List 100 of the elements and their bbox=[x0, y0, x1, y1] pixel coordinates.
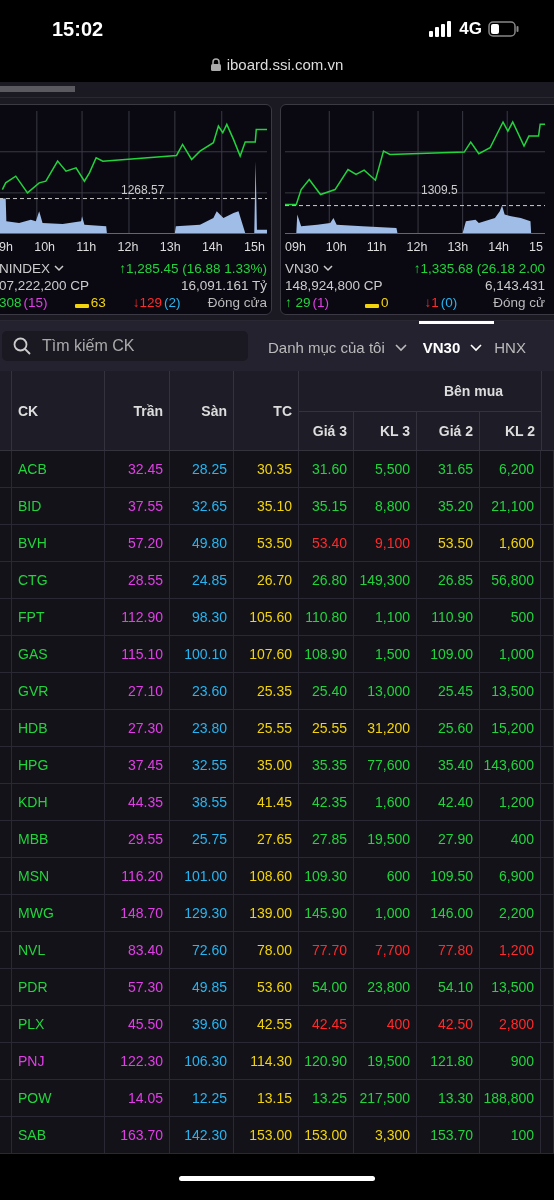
table-cell: 2,800 bbox=[498, 1016, 534, 1032]
table-cell: 5,500 bbox=[374, 461, 410, 477]
chevron-down-icon bbox=[54, 265, 64, 272]
table-cell: 42.55 bbox=[256, 1016, 292, 1032]
column-header: Trần bbox=[133, 402, 163, 419]
index-name[interactable]: VN30 bbox=[285, 260, 319, 277]
stock-symbol[interactable]: HPG bbox=[18, 757, 49, 773]
table-cell: 13.15 bbox=[256, 1090, 292, 1106]
stock-symbol[interactable]: ACB bbox=[18, 461, 47, 477]
reference-value: 1268.57 bbox=[121, 183, 165, 197]
column-group-header: Bên mua bbox=[443, 383, 503, 399]
table-cell: 105.60 bbox=[249, 609, 292, 625]
advances-count: 308 bbox=[0, 294, 22, 311]
table-cell: 1,200 bbox=[498, 942, 534, 958]
stock-symbol[interactable]: GAS bbox=[18, 646, 48, 662]
axis-label: 12h bbox=[406, 240, 428, 254]
table-cell: 37.55 bbox=[127, 498, 163, 514]
table-cell: 12.25 bbox=[191, 1090, 227, 1106]
table-cell: 139.00 bbox=[249, 905, 292, 921]
stock-symbol[interactable]: FPT bbox=[18, 609, 45, 625]
table-cell: 1,000 bbox=[374, 905, 410, 921]
table-cell: 78.00 bbox=[256, 942, 292, 958]
column-header: TC bbox=[273, 402, 292, 419]
axis-label: 14h bbox=[201, 240, 223, 254]
stock-symbol[interactable]: GVR bbox=[18, 683, 49, 699]
network-label: 4G bbox=[459, 19, 482, 39]
stock-symbol[interactable]: CTG bbox=[18, 572, 48, 588]
table-cell: 13,000 bbox=[367, 683, 410, 699]
unchanged-icon bbox=[74, 303, 89, 308]
stock-symbol[interactable]: POW bbox=[18, 1090, 52, 1106]
axis-label: 15 bbox=[529, 240, 543, 254]
stock-symbol[interactable]: PNJ bbox=[18, 1053, 45, 1069]
table-cell: 32.55 bbox=[191, 757, 227, 773]
table-cell: 83.40 bbox=[127, 942, 163, 958]
table-cell: 149,300 bbox=[359, 572, 410, 588]
table-cell: 148.70 bbox=[120, 905, 163, 921]
table-cell: 25.35 bbox=[256, 683, 292, 699]
table-cell: 42.50 bbox=[437, 1016, 473, 1032]
advances-count: ↑ 29 bbox=[285, 294, 311, 311]
table-cell: 42.45 bbox=[311, 1016, 347, 1032]
axis-label: 10h bbox=[34, 240, 56, 254]
watchlist-tab[interactable]: HNX bbox=[494, 321, 538, 371]
table-cell: 1,500 bbox=[374, 646, 410, 662]
index-card[interactable]: 1268.57 9h 10h 11h 12h 13h 14h 15h NINDEX ↑1,285.45 (16.88 1.33%) 07,222,200 CP 16,091.161 Tỷ 308(15) 63 ↓129(2) Đóng cửa bbox=[0, 104, 272, 315]
session-status: Đóng cửa bbox=[207, 294, 267, 311]
table-cell: 116.20 bbox=[121, 868, 163, 884]
table-cell: 53.50 bbox=[256, 535, 292, 551]
table-cell: 112.90 bbox=[121, 609, 163, 625]
table-cell: 31,200 bbox=[367, 720, 410, 736]
table-cell: 35.15 bbox=[311, 498, 347, 514]
stock-symbol[interactable]: SAB bbox=[18, 1127, 46, 1143]
stock-symbol[interactable]: PLX bbox=[18, 1016, 45, 1032]
table-cell: 37.45 bbox=[127, 757, 163, 773]
search-field[interactable]: Tìm kiếm CK bbox=[2, 331, 248, 361]
watchlist-tab[interactable]: Danh mục của tôi bbox=[268, 321, 419, 371]
stock-symbol[interactable]: HDB bbox=[18, 720, 48, 736]
stock-symbol[interactable]: PDR bbox=[18, 979, 48, 995]
stock-symbol[interactable]: KDH bbox=[18, 794, 48, 810]
table-cell: 27.10 bbox=[127, 683, 163, 699]
column-header: Giá 3 bbox=[312, 423, 347, 439]
table-cell: 32.45 bbox=[127, 461, 163, 477]
table-cell: 28.55 bbox=[127, 572, 163, 588]
table-cell: 49.80 bbox=[191, 535, 227, 551]
table-cell: 25.55 bbox=[311, 720, 347, 736]
stock-symbol[interactable]: NVL bbox=[18, 942, 46, 958]
table-cell: 27.30 bbox=[127, 720, 163, 736]
table-cell: 77.80 bbox=[437, 942, 473, 958]
axis-label: 14h bbox=[488, 240, 510, 254]
table-cell: 900 bbox=[510, 1053, 534, 1069]
table-cell: 30.35 bbox=[256, 461, 292, 477]
table-cell: 13,500 bbox=[491, 979, 534, 995]
signal-icon bbox=[429, 21, 454, 37]
table-cell: 23.80 bbox=[191, 720, 227, 736]
table-cell: 14.05 bbox=[127, 1090, 163, 1106]
table-cell: 25.75 bbox=[191, 831, 227, 847]
index-card[interactable]: 1309.5 09h 10h 11h 12h 13h 14h 15 VN30 ↑1,335.68 (26.18 2.00 148,924,800 CP 6,143.431 ↑ 29(1) 0 ↓1(0) Đóng cử bbox=[280, 104, 554, 315]
stock-symbol[interactable]: BVH bbox=[18, 535, 47, 551]
table-cell: 153.70 bbox=[430, 1127, 473, 1143]
stock-symbol[interactable]: MBB bbox=[18, 831, 49, 847]
table-cell: 26.85 bbox=[437, 572, 473, 588]
table-cell: 19,500 bbox=[367, 1053, 410, 1069]
table-cell: 32.65 bbox=[191, 498, 227, 514]
index-name[interactable]: NINDEX bbox=[0, 260, 50, 277]
battery-icon bbox=[488, 21, 520, 37]
table-cell: 98.30 bbox=[191, 609, 227, 625]
table-cell: 35.40 bbox=[437, 757, 473, 773]
ceiling-count: (15) bbox=[23, 294, 48, 311]
table-cell: 153.00 bbox=[249, 1127, 292, 1143]
table-cell: 38.55 bbox=[191, 794, 227, 810]
table-cell: 108.90 bbox=[304, 646, 347, 662]
declines-count: ↓129 bbox=[132, 294, 163, 311]
table-cell: 25.60 bbox=[437, 720, 473, 736]
stock-symbol[interactable]: MSN bbox=[18, 868, 50, 884]
table-cell: 101.00 bbox=[184, 868, 227, 884]
stock-symbol[interactable]: MWG bbox=[18, 905, 54, 921]
stock-symbol[interactable]: BID bbox=[18, 498, 42, 514]
table-cell: 217,500 bbox=[359, 1090, 410, 1106]
axis-label: 15h bbox=[244, 240, 265, 254]
table-cell: 54.00 bbox=[311, 979, 347, 995]
address-url[interactable]: iboard.ssi.com.vn bbox=[226, 55, 344, 73]
